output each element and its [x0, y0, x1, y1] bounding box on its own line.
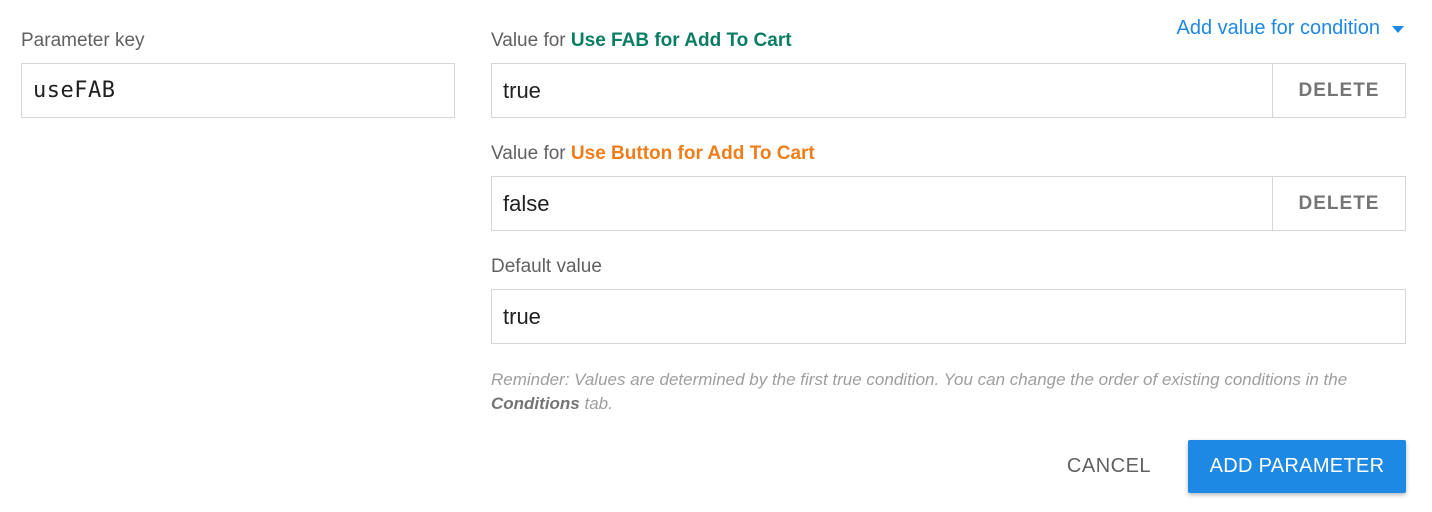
- default-value-input[interactable]: [492, 290, 1405, 343]
- value-for-prefix: Value for: [491, 30, 571, 51]
- conditional-value-input-use-fab[interactable]: [492, 64, 1272, 117]
- conditional-value-input-use-button[interactable]: [492, 177, 1272, 230]
- add-value-for-condition-label: Add value for condition: [1176, 17, 1380, 39]
- caret-down-icon: [1392, 26, 1404, 33]
- delete-button-use-fab[interactable]: DELETE: [1272, 64, 1405, 117]
- add-parameter-button[interactable]: ADD PARAMETER: [1188, 440, 1406, 493]
- condition-name-use-fab: Use FAB for Add To Cart: [570, 30, 792, 51]
- default-value-label: Default value: [491, 256, 602, 277]
- conditional-value-label: Value for Use Button for Add To Cart: [491, 143, 815, 165]
- condition-name-use-button: Use Button for Add To Cart: [570, 143, 815, 164]
- parameter-key-field[interactable]: [21, 63, 455, 118]
- reminder-text-after: tab.: [579, 394, 613, 413]
- add-value-for-condition-button[interactable]: Add value for condition: [1177, 17, 1404, 40]
- cancel-button[interactable]: CANCEL: [1050, 440, 1168, 493]
- parameter-key-label: Parameter key: [21, 30, 145, 51]
- delete-button-use-button[interactable]: DELETE: [1272, 177, 1405, 230]
- conditional-value-field-use-button: DELETE: [491, 176, 1406, 231]
- reminder-text: Reminder: Values are determined by the f…: [491, 368, 1401, 416]
- conditional-value-label: Value for Use FAB for Add To Cart: [491, 30, 792, 52]
- reminder-conditions-link: Conditions: [491, 394, 580, 413]
- value-for-prefix: Value for: [491, 143, 571, 164]
- parameter-key-input[interactable]: [22, 64, 454, 117]
- default-value-field: [491, 289, 1406, 344]
- conditional-value-field-use-fab: DELETE: [491, 63, 1406, 118]
- reminder-text-before: Reminder: Values are determined by the f…: [491, 370, 1348, 389]
